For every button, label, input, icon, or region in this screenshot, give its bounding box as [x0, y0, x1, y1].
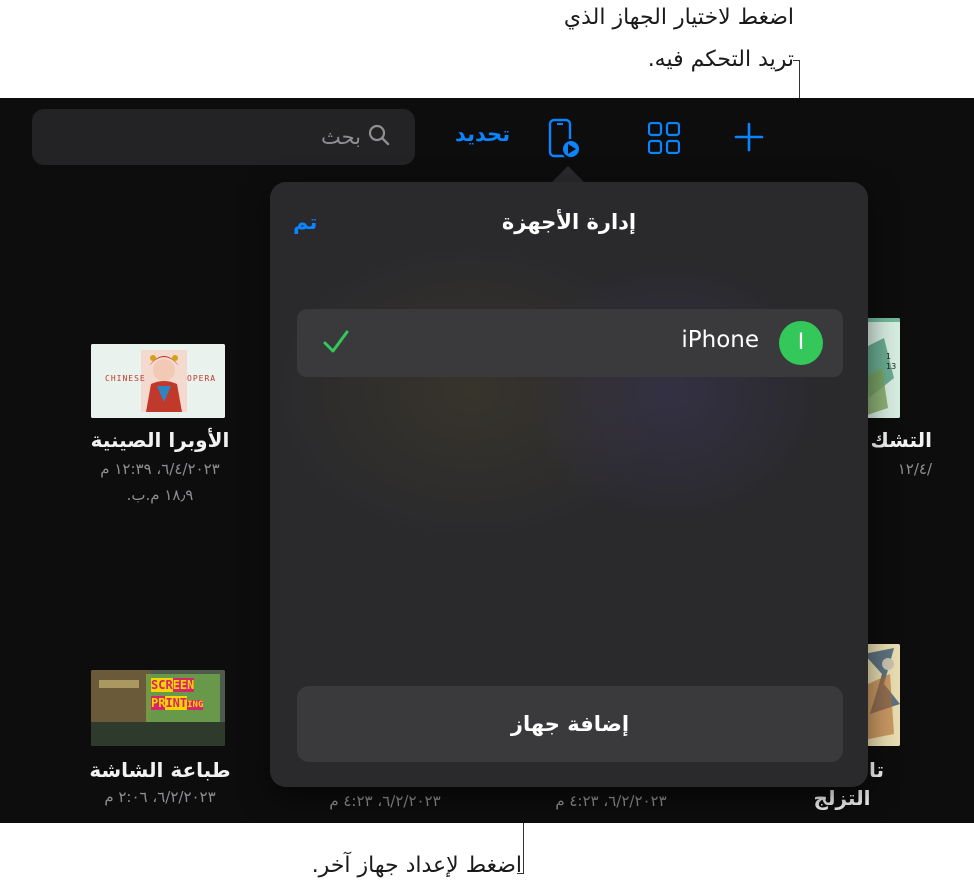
doc-size: ١٨٫٩ م.ب.	[126, 486, 194, 504]
doc-thumbnail-right-bottom[interactable]	[864, 644, 900, 746]
popover-title: إدارة الأجهزة	[501, 210, 637, 234]
callout-line-2: تريد التحكم فيه.	[647, 47, 794, 72]
search-placeholder: بحث	[320, 125, 361, 149]
callout-leader-bottom-tick	[517, 873, 524, 874]
opera-thumb-text-left: CHINESE	[105, 374, 146, 383]
add-device-button[interactable]: إضافة جهاز	[297, 686, 843, 762]
device-row-iphone[interactable]: iPhone I	[297, 309, 843, 377]
doc-date: ٦/٤/٢٠٢٣، ١٢:٣٩ م	[100, 460, 220, 478]
doc-title-line-2: التزلج	[813, 786, 871, 810]
device-avatar: I	[779, 321, 823, 365]
popover-glow	[520, 262, 820, 522]
opera-thumb-text-right: OPERA	[187, 374, 217, 383]
callout-leader-top-tick	[793, 60, 800, 61]
doc-item-screen-printing[interactable]: طباعة الشاشة ٦/٢/٢٠٢٣، ٢:٠٦ م	[60, 758, 260, 810]
doc-date: ٦/٢/٢٠٢٣، ٤:٢٣ م	[555, 792, 667, 810]
grid-icon	[647, 121, 681, 158]
remote-control-button[interactable]	[548, 118, 582, 166]
doc-date: ٦/٢/٢٠٢٣، ٤:٢٣ م	[329, 792, 441, 810]
select-button[interactable]: تحديد	[455, 122, 510, 146]
manage-devices-popover: إدارة الأجهزة تم iPhone I إضافة جهاز	[270, 182, 868, 787]
callout-line-1: اضغط لاختيار الجهاز الذي	[563, 5, 794, 30]
device-name: iPhone	[681, 327, 759, 353]
doc-thumbnail-right-top[interactable]: 1 13	[864, 318, 900, 418]
popover-arrow	[551, 166, 585, 183]
thumb-fraction: 1 13	[886, 352, 897, 371]
doc-title: طباعة الشاشة	[89, 758, 231, 782]
doc-title: الأوبرا الصينية	[90, 428, 230, 452]
search-field[interactable]: بحث	[32, 109, 415, 165]
app-screen: بحث تحديد CHINESE OPERA الأوبرا الصينية …	[0, 98, 974, 823]
view-toggle-button[interactable]	[647, 121, 681, 158]
new-document-button[interactable]	[734, 122, 764, 156]
search-icon	[367, 123, 391, 151]
callout-choose-device: اضغط لاختيار الجهاز الذي تريد التحكم فيه…	[474, 0, 794, 78]
doc-item-bottom-middle-1[interactable]: ٦/٢/٢٠٢٣، ٤:٢٣ م	[300, 788, 470, 814]
doc-item-chinese-opera[interactable]: الأوبرا الصينية ٦/٤/٢٠٢٣، ١٢:٣٩ م ١٨٫٩ م…	[60, 428, 260, 508]
doc-thumbnail-screen-printing[interactable]: SCREEN PRINTING	[91, 670, 225, 746]
screen-printing-thumb-text: SCREEN PRINTING	[151, 678, 204, 710]
doc-date: ٦/٢/٢٠٢٣، ٢:٠٦ م	[104, 788, 216, 806]
phone-play-icon	[548, 118, 582, 166]
plus-icon	[734, 122, 764, 156]
callout-add-device: اضغط لإعداد جهاز آخر.	[311, 853, 522, 878]
done-button[interactable]: تم	[293, 210, 317, 234]
checkmark-icon	[322, 329, 350, 359]
doc-thumbnail-chinese-opera[interactable]: CHINESE OPERA	[91, 344, 225, 418]
doc-item-bottom-middle-2[interactable]: ٦/٢/٢٠٢٣، ٤:٢٣ م	[526, 788, 696, 814]
